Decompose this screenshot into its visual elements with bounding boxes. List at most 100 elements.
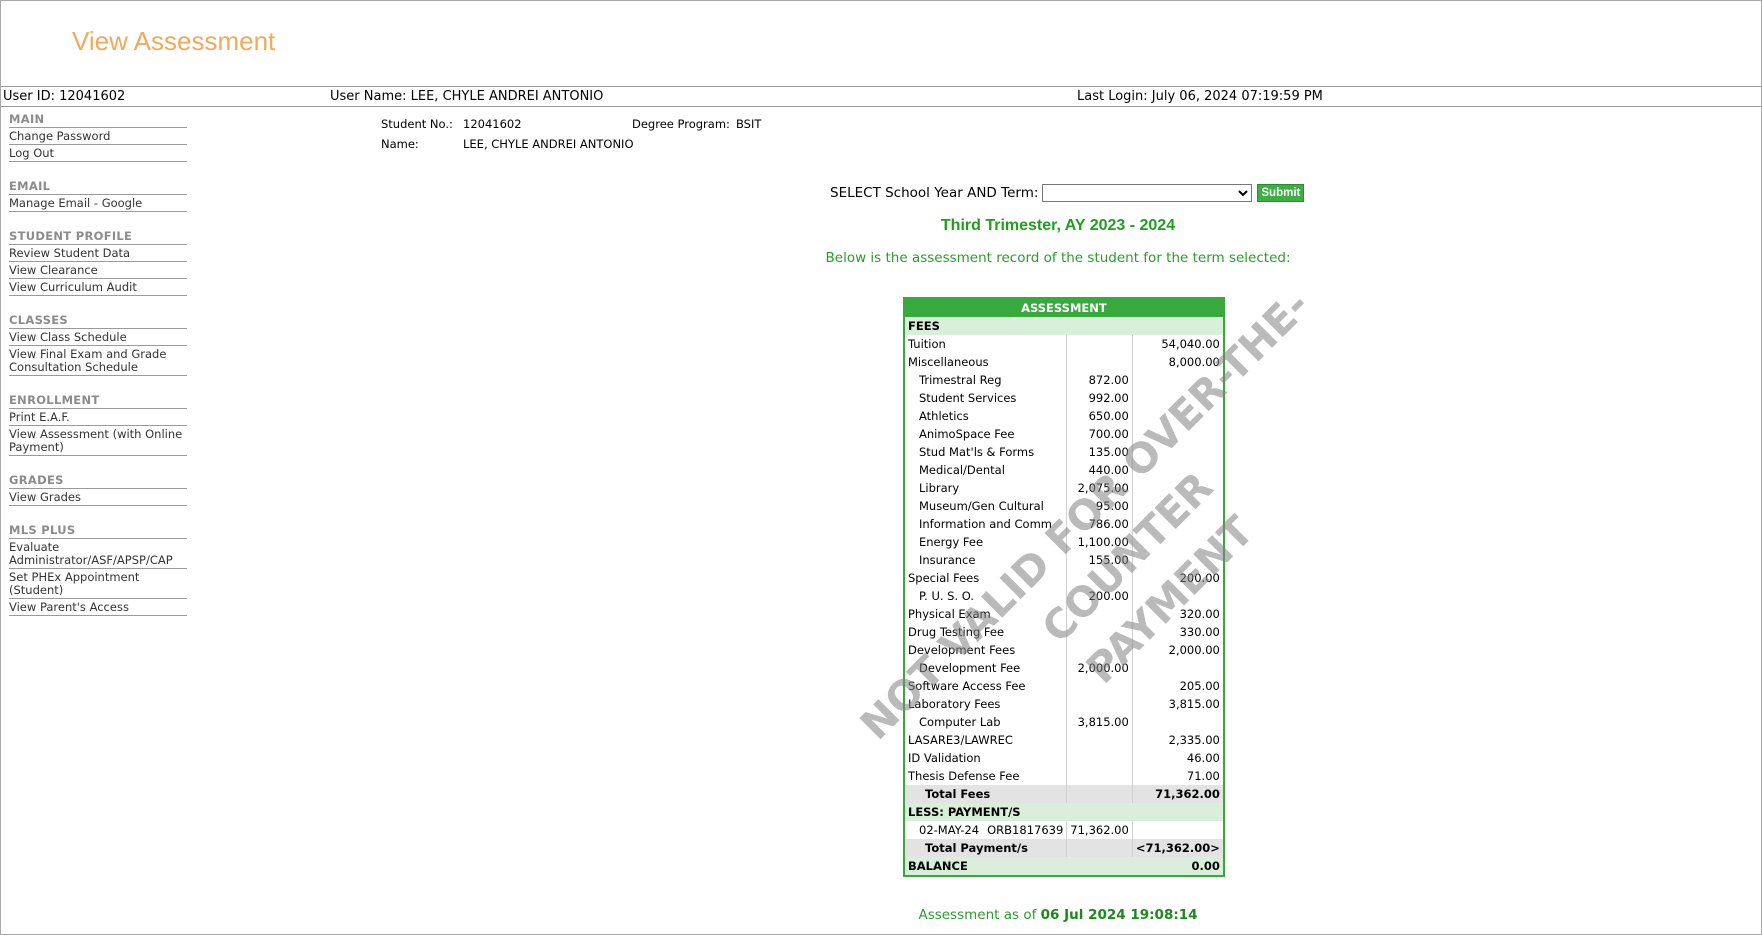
- fee-row: Special Fees 200.00: [904, 569, 1224, 587]
- student-no-label: Student No.:: [381, 117, 453, 131]
- fee-subamount: 700.00: [1066, 425, 1133, 443]
- assessment-as-of: Assessment as of 06 Jul 2024 19:08:14: [0, 907, 1762, 923]
- sidebar-link[interactable]: View Curriculum Audit: [9, 279, 187, 296]
- fee-label: ID Validation: [904, 749, 1068, 767]
- sidebar-section-title: MLS PLUS: [9, 523, 187, 539]
- term-title: Third Trimester, AY 2023 - 2024: [940, 217, 1176, 234]
- sidebar-link[interactable]: Set PHEx Appointment (Student): [9, 569, 187, 599]
- fee-subamount: 200.00: [1066, 587, 1133, 605]
- total-fees-blank: [1066, 785, 1133, 803]
- payments-header: LESS: PAYMENT/S: [904, 803, 1224, 821]
- fee-amount: [1132, 479, 1224, 497]
- fee-amount: 46.00: [1186, 751, 1220, 765]
- sidebar-nav: MAIN Change Password Log Out EMAIL Manage Em…: [9, 112, 187, 633]
- fee-subamount: 872.00: [1066, 371, 1133, 389]
- fee-row: Stud Mat'ls & Forms 135.00: [904, 443, 1224, 461]
- fee-amount: [1132, 461, 1224, 479]
- sidebar-link[interactable]: Manage Email - Google: [9, 195, 187, 212]
- user-info-bar: User ID: 12041602 User Name: LEE, CHYLE …: [1, 86, 1761, 107]
- assessment-header: ASSESSMENT: [904, 298, 1224, 317]
- fee-amount: [1132, 407, 1224, 425]
- sidebar-section: EMAIL Manage Email - Google: [9, 179, 187, 212]
- fee-label: Athletics: [904, 407, 1068, 425]
- fee-subamount: [1066, 605, 1133, 623]
- fee-label: Tuition: [904, 335, 1068, 353]
- fee-subamount: [1066, 695, 1133, 713]
- fee-row: Information and Comm 786.00: [904, 515, 1224, 533]
- fee-subamount: 2,000.00: [1066, 659, 1133, 677]
- fee-row: Athletics 650.00: [904, 407, 1224, 425]
- fee-amount: 2,000.00: [1168, 643, 1220, 657]
- total-payments-label: Total Payment/s: [904, 839, 1068, 857]
- balance-row: BALANCE 0.00: [904, 857, 1224, 876]
- total-fees-value: 71,362.00: [1132, 785, 1224, 803]
- submit-button[interactable]: Submit: [1257, 184, 1305, 202]
- fee-subamount: [1066, 623, 1133, 641]
- sidebar-section-title: MAIN: [9, 112, 187, 128]
- total-payments-row: Total Payment/s <71,362.00>: [904, 839, 1224, 857]
- page-frame: [0, 0, 1762, 935]
- fee-row: Thesis Defense Fee 71.00: [904, 767, 1224, 785]
- fee-row: Tuition 54,040.00: [904, 335, 1224, 353]
- degree-program-value: BSIT: [736, 117, 762, 131]
- fee-amount: [1132, 371, 1224, 389]
- fee-subamount: [1066, 749, 1133, 767]
- fee-label: Information and Comm: [904, 515, 1068, 533]
- fee-row: Laboratory Fees 3,815.00: [904, 695, 1224, 713]
- fee-row: AnimoSpace Fee 700.00: [904, 425, 1224, 443]
- sidebar-link[interactable]: View Grades: [9, 489, 187, 506]
- fee-label: AnimoSpace Fee: [904, 425, 1068, 443]
- fees-header: FEES: [904, 317, 1224, 335]
- fee-label: Museum/Gen Cultural: [904, 497, 1068, 515]
- user-id: User ID: 12041602: [3, 89, 126, 104]
- fee-amount: [1132, 533, 1224, 551]
- fee-label: LASARE3/LAWREC: [904, 731, 1068, 749]
- payment-date: 02-MAY-24: [919, 823, 980, 837]
- student-name-value: LEE, CHYLE ANDREI ANTONIO: [463, 137, 634, 151]
- sidebar-link[interactable]: View Parent's Access: [9, 599, 187, 616]
- term-selector-row: SELECT School Year AND Term: Submit: [830, 184, 1305, 202]
- sidebar-link[interactable]: Change Password: [9, 128, 187, 145]
- fee-subamount: [1066, 335, 1133, 353]
- fee-subamount: 95.00: [1066, 497, 1133, 515]
- sidebar-section-title: EMAIL: [9, 179, 187, 195]
- fee-row: Insurance 155.00: [904, 551, 1224, 569]
- fee-label: Laboratory Fees: [904, 695, 1068, 713]
- payment-ref: 02-MAY-24 ORB1817639: [904, 821, 1068, 839]
- fee-label: Thesis Defense Fee: [904, 767, 1068, 785]
- term-select-label: SELECT School Year AND Term:: [830, 185, 1039, 201]
- fee-label: Energy Fee: [904, 533, 1068, 551]
- fee-amount: [1132, 659, 1224, 677]
- fee-subamount: 1,100.00: [1066, 533, 1133, 551]
- fee-subamount: 2,075.00: [1066, 479, 1133, 497]
- sidebar-link[interactable]: Log Out: [9, 145, 187, 162]
- sidebar-link[interactable]: View Class Schedule: [9, 329, 187, 346]
- balance-value: 0.00: [1132, 857, 1224, 876]
- term-select[interactable]: [1042, 184, 1253, 202]
- fee-subamount: [1066, 641, 1133, 659]
- fee-amount: 330.00: [1179, 625, 1220, 639]
- degree-program-label: Degree Program:: [632, 117, 730, 131]
- fee-label: Development Fees: [904, 641, 1068, 659]
- sidebar-link[interactable]: Evaluate Administrator/ASF/APSP/CAP: [9, 539, 187, 569]
- fee-label: Stud Mat'ls & Forms: [904, 443, 1068, 461]
- fee-row: Museum/Gen Cultural 95.00: [904, 497, 1224, 515]
- page-title: View Assessment: [72, 26, 276, 56]
- fee-amount: [1132, 497, 1224, 515]
- sidebar-link[interactable]: View Final Exam and Grade Consultation S…: [9, 346, 187, 376]
- fee-row: P. U. S. O. 200.00: [904, 587, 1224, 605]
- sidebar-section-title: ENROLLMENT: [9, 393, 187, 409]
- fee-amount: [1132, 443, 1224, 461]
- fee-label: Miscellaneous: [904, 353, 1068, 371]
- payment-or-number: ORB1817639: [987, 823, 1064, 837]
- fee-amount: 320.00: [1179, 607, 1220, 621]
- fee-row: Energy Fee 1,100.00: [904, 533, 1224, 551]
- fee-label: Trimestral Reg: [904, 371, 1068, 389]
- sidebar-link[interactable]: View Assessment (with Online Payment): [9, 426, 187, 456]
- fee-subamount: 3,815.00: [1066, 713, 1133, 731]
- sidebar-link[interactable]: Print E.A.F.: [9, 409, 187, 426]
- total-payments-blank: [1066, 839, 1133, 857]
- fee-amount: [1132, 425, 1224, 443]
- student-no-value: 12041602: [463, 117, 522, 131]
- fee-amount: 205.00: [1179, 679, 1220, 693]
